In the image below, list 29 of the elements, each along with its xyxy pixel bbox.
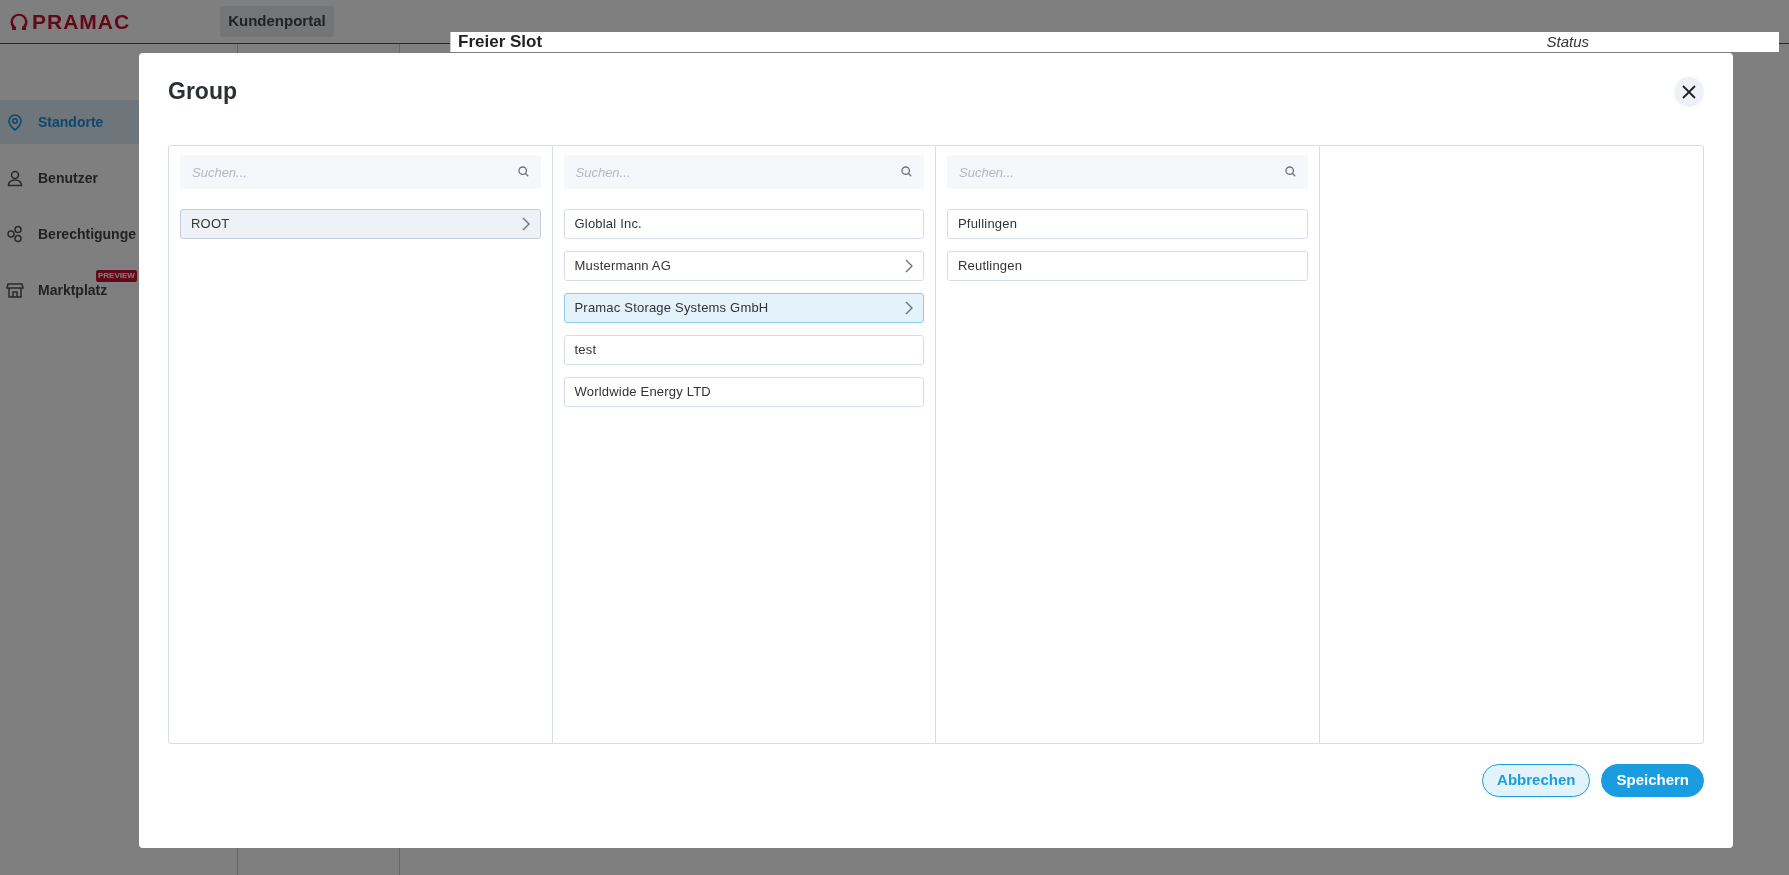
sidebar-item[interactable]: PREVIEW Marktplatz — [0, 268, 237, 312]
logo-text: PRAMAC — [32, 8, 131, 35]
sidebar-label: Berechtigunge — [38, 224, 136, 244]
list-item[interactable]: Reutlingen — [947, 251, 1308, 281]
preview-badge: PREVIEW — [96, 270, 137, 282]
search-field[interactable]: Suchen... — [947, 155, 1308, 189]
list-item[interactable]: Globlal Inc. — [563, 209, 924, 239]
search-icon — [517, 166, 529, 177]
sidebar-label: Marktplatz — [38, 280, 108, 300]
search-icon — [901, 166, 912, 177]
list-item[interactable]: ROOT — [180, 209, 541, 239]
card-title: Freier Slot — [458, 31, 543, 54]
search-field[interactable]: Suchen... — [180, 155, 541, 189]
list-item[interactable]: Pfullingen — [947, 209, 1308, 239]
user-icon — [6, 169, 24, 187]
close-button[interactable] — [1674, 77, 1704, 107]
list-item[interactable]: Pramac Storage Systems GmbH — [563, 293, 924, 323]
list-item[interactable]: test — [563, 335, 924, 365]
list-item[interactable]: Worldwide Energy LTD — [563, 377, 924, 407]
circles-icon — [6, 225, 24, 243]
storefront-icon — [6, 281, 24, 299]
search-field[interactable]: Suchen... — [563, 155, 924, 189]
close-icon — [1682, 85, 1696, 99]
location-pin-icon — [6, 113, 24, 131]
status-label: Status — [1546, 31, 1589, 52]
search-icon — [1284, 166, 1296, 177]
sidebar-label: Standorte — [38, 112, 104, 132]
list-item[interactable]: Mustermann AG — [563, 251, 924, 281]
sidebar-label: Benutzer — [38, 168, 98, 188]
